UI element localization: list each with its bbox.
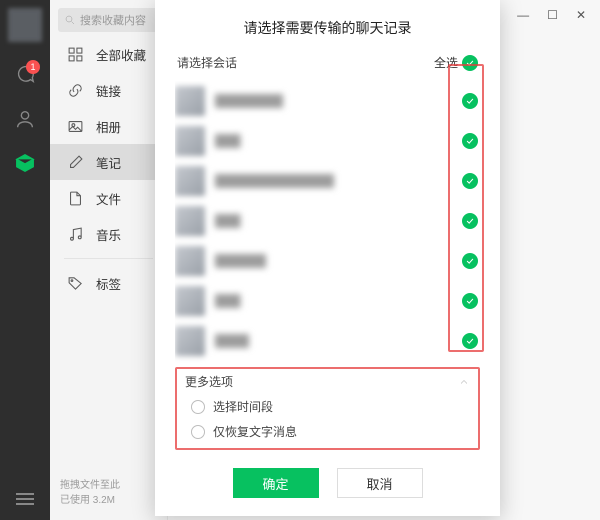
chat-row[interactable]: ███ [175,281,480,321]
chat-name: ██████ [215,254,452,268]
select-all-label: 全选 [434,54,458,71]
chat-avatar [175,206,205,236]
ok-button[interactable]: 确定 [233,468,319,498]
dialog-title: 请选择需要传输的聊天记录 [155,0,500,48]
more-options-toggle[interactable]: 更多选项 [185,373,470,390]
check-icon[interactable] [462,93,478,109]
radio-icon [191,400,205,414]
check-icon [462,55,478,71]
radio-icon [191,425,205,439]
check-icon[interactable] [462,253,478,269]
check-icon[interactable] [462,293,478,309]
chat-row[interactable]: ███ [175,121,480,161]
check-icon[interactable] [462,213,478,229]
option-time-range[interactable]: 选择时间段 [185,398,470,415]
chat-row[interactable]: ████████ [175,81,480,121]
check-icon[interactable] [462,173,478,189]
check-icon[interactable] [462,333,478,349]
chat-name: ██████████████ [215,174,452,188]
select-all[interactable]: 全选 [434,54,478,71]
chevron-up-icon [458,376,470,388]
chat-list: ████████████████████████████████████████… [175,81,480,365]
chat-avatar [175,126,205,156]
chat-avatar [175,86,205,116]
select-chats-label: 请选择会话 [177,54,237,71]
chat-name: ████████ [215,94,452,108]
chat-avatar [175,326,205,356]
cancel-button[interactable]: 取消 [337,468,423,498]
chat-avatar [175,166,205,196]
chat-avatar [175,286,205,316]
more-options-label: 更多选项 [185,373,233,390]
chat-name: ████ [215,334,452,348]
chat-name: ███ [215,134,452,148]
option-text-only[interactable]: 仅恢复文字消息 [185,423,470,440]
chat-avatar [175,246,205,276]
check-icon[interactable] [462,133,478,149]
chat-row[interactable]: ██████ [175,241,480,281]
chat-row[interactable]: ██████████████ [175,161,480,201]
chat-name: ███ [215,294,452,308]
chat-row[interactable]: ████ [175,321,480,361]
chat-row[interactable]: ███ [175,201,480,241]
chat-name: ███ [215,214,452,228]
transfer-dialog: 请选择需要传输的聊天记录 请选择会话 全选 ██████████████████… [155,0,500,516]
